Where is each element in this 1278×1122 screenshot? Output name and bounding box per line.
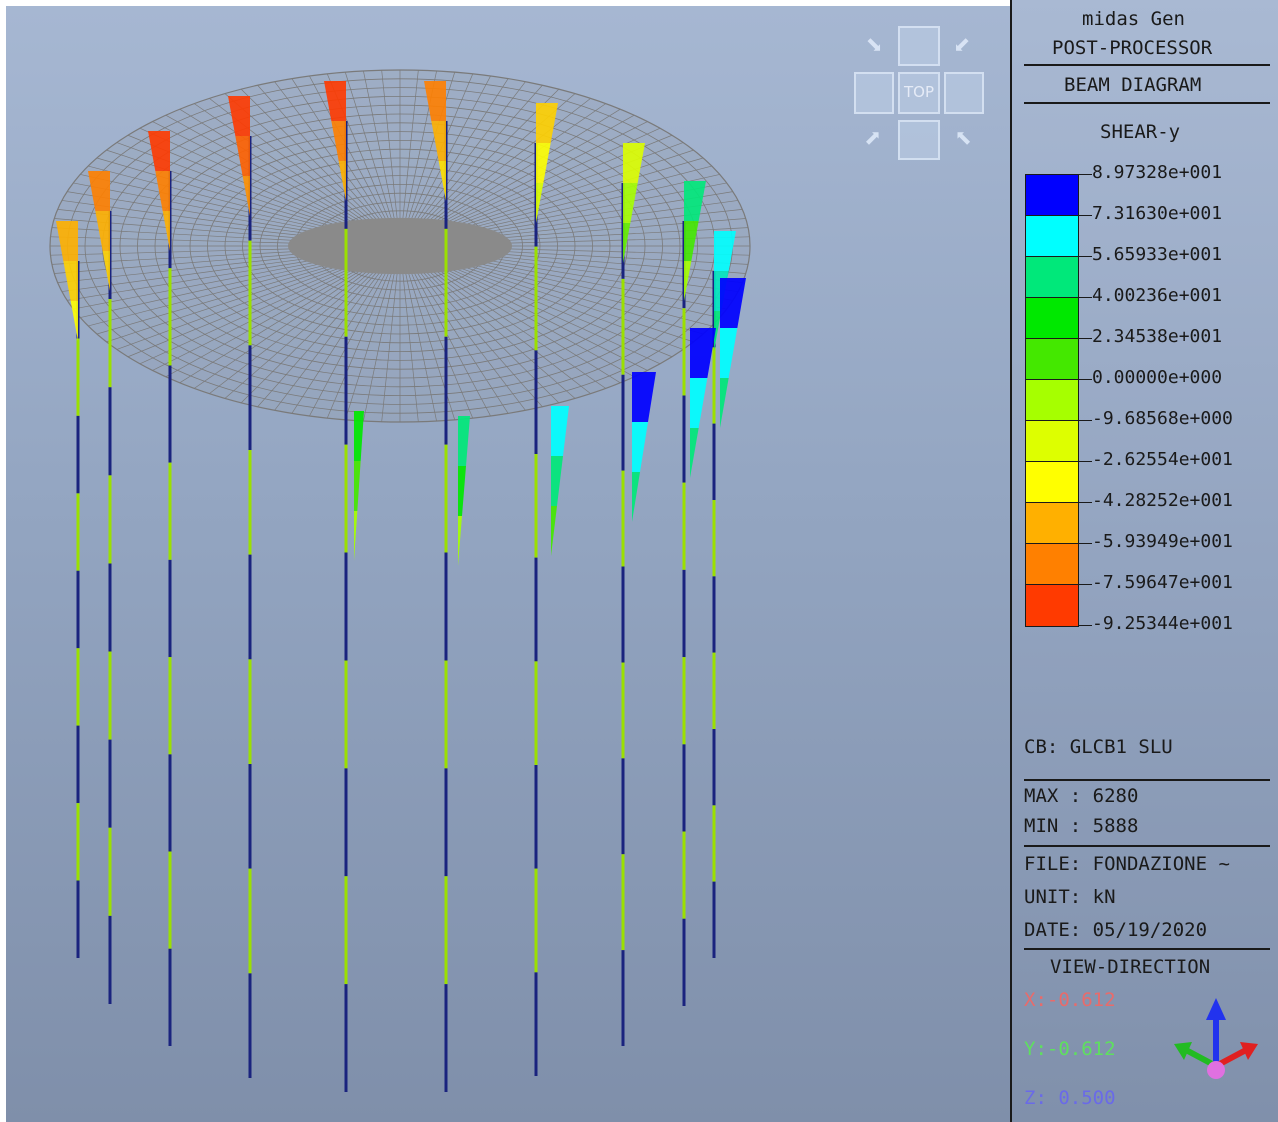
shear-diagram-band <box>690 328 716 378</box>
legend-tick <box>1078 174 1092 175</box>
view-direction-x: X:-0.612 <box>1024 989 1116 1011</box>
axis-triad-icon <box>1174 998 1258 1079</box>
view-direction-title: VIEW-DIRECTION <box>1050 956 1211 978</box>
lower-shear-diagram <box>354 411 364 561</box>
result-info-panel: midas Gen POST-PROCESSOR BEAM DIAGRAM SH… <box>1010 0 1278 1122</box>
unit: UNIT: kN <box>1024 886 1116 908</box>
max-element: MAX : 6280 <box>1024 785 1139 807</box>
legend-tick <box>1078 625 1092 626</box>
shear-diagram-band <box>354 511 358 561</box>
model-viewport[interactable] <box>6 6 1010 1122</box>
view-cube-top-face[interactable]: TOP <box>898 72 940 114</box>
legend-tick <box>1078 584 1092 585</box>
legend-value: -7.59647e+001 <box>1092 572 1233 593</box>
shear-diagram-band <box>354 461 361 511</box>
slab-center-dense <box>288 217 512 275</box>
shear-diagram-band <box>720 328 738 378</box>
component-name: SHEAR-y <box>1100 121 1181 143</box>
model-canvas[interactable] <box>6 6 1010 1122</box>
lower-shear-diagram <box>720 278 746 428</box>
file-name: FILE: FONDAZIONE ~ <box>1024 853 1230 875</box>
shear-diagram-band <box>458 416 470 466</box>
legend-value: 0.00000e+000 <box>1092 367 1223 388</box>
legend-value: -2.62554e+001 <box>1092 449 1233 470</box>
legend-tick <box>1078 379 1092 380</box>
legend-value: 5.65933e+001 <box>1092 244 1223 265</box>
view-cube-front-face[interactable] <box>898 26 940 66</box>
shear-diagram-band <box>458 516 462 566</box>
legend-value: -4.28252e+001 <box>1092 490 1233 511</box>
legend-tick <box>1078 338 1092 339</box>
shear-diagram-band <box>632 372 656 422</box>
legend-value: 8.97328e+001 <box>1092 162 1223 183</box>
legend-tick <box>1078 420 1092 421</box>
shear-diagram-band <box>551 406 569 456</box>
legend-value: -5.93949e+001 <box>1092 531 1233 552</box>
divider <box>1024 948 1270 950</box>
legend-value: 7.31630e+001 <box>1092 203 1223 224</box>
module-name: POST-PROCESSOR <box>1052 37 1213 59</box>
legend-frame <box>1025 174 1079 627</box>
shear-diagram-band <box>632 472 640 522</box>
shear-diagram-band <box>720 378 729 428</box>
shear-diagram-band <box>458 466 466 516</box>
date: DATE: 05/19/2020 <box>1024 919 1208 941</box>
view-cube-right-face[interactable] <box>944 72 984 114</box>
view-cube-label: TOP <box>904 83 935 101</box>
legend-tick <box>1078 256 1092 257</box>
legend-tick <box>1078 543 1092 544</box>
foundation-slab-mesh <box>49 69 751 423</box>
diagram-type: BEAM DIAGRAM <box>1064 74 1202 96</box>
divider <box>1024 779 1270 781</box>
shear-diagram-band <box>690 428 699 478</box>
legend-tick <box>1078 215 1092 216</box>
legend-tick <box>1078 502 1092 503</box>
arrow-down-left-icon[interactable]: ⬋ <box>946 28 980 62</box>
lower-shear-diagram <box>632 372 656 522</box>
legend-value: -9.68568e+000 <box>1092 408 1233 429</box>
legend-value: 4.00236e+001 <box>1092 285 1223 306</box>
lower-shear-diagram <box>690 328 716 478</box>
view-direction-z: Z: 0.500 <box>1024 1087 1116 1109</box>
shear-diagram-band <box>354 411 364 461</box>
load-combination: CB: GLCB1 SLU <box>1024 736 1173 758</box>
divider <box>1024 64 1270 66</box>
min-element: MIN : 5888 <box>1024 815 1139 837</box>
shear-diagram-band <box>720 278 746 328</box>
view-cube[interactable]: TOP ⬊ ⬋ ⬈ ⬉ <box>848 24 988 164</box>
view-direction-y: Y:-0.612 <box>1024 1038 1116 1060</box>
shear-diagram-band <box>632 422 648 472</box>
legend-value: -9.25344e+001 <box>1092 613 1233 634</box>
legend-tick <box>1078 297 1092 298</box>
shear-diagram-band <box>551 506 557 556</box>
arrow-up-right-icon[interactable]: ⬈ <box>856 122 890 156</box>
legend-tick <box>1078 461 1092 462</box>
shear-diagram-band <box>551 456 563 506</box>
pile-1 <box>56 221 80 958</box>
divider <box>1024 102 1270 104</box>
view-cube-back-face[interactable] <box>898 120 940 160</box>
app-name: midas Gen <box>1082 8 1185 30</box>
lower-shear-diagram <box>458 416 470 566</box>
divider <box>1024 845 1270 847</box>
shear-diagram-band <box>690 378 708 428</box>
arrow-down-right-icon[interactable]: ⬊ <box>856 28 890 62</box>
view-cube-left-face[interactable] <box>854 72 894 114</box>
lower-shear-diagram <box>551 406 569 556</box>
arrow-up-left-icon[interactable]: ⬉ <box>946 122 980 156</box>
legend-value: 2.34538e+001 <box>1092 326 1223 347</box>
